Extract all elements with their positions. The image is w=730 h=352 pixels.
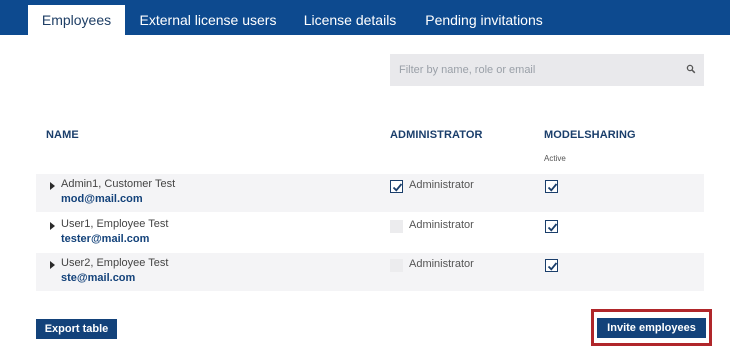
- expand-caret-icon[interactable]: [50, 182, 55, 190]
- check-icon: [547, 223, 558, 232]
- tab-external-license-users[interactable]: External license users: [133, 5, 283, 35]
- modelsharing-checkbox[interactable]: [545, 220, 558, 233]
- modelsharing-status-label: Active: [544, 154, 566, 163]
- modelsharing-checkbox[interactable]: [545, 180, 558, 193]
- administrator-label: Administrator: [409, 219, 474, 231]
- table-row: Admin1, Customer Test mod@mail.com Admin…: [36, 174, 704, 212]
- search-input[interactable]: [390, 54, 680, 86]
- column-header-name: NAME: [46, 129, 79, 141]
- table-row: User2, Employee Test ste@mail.com Admini…: [36, 253, 704, 291]
- employee-name: User2, Employee Test: [61, 257, 169, 269]
- column-header-administrator: ADMINISTRATOR: [390, 129, 483, 141]
- employee-email: tester@mail.com: [61, 233, 150, 245]
- employee-email: ste@mail.com: [61, 272, 136, 284]
- administrator-checkbox[interactable]: [390, 220, 403, 233]
- administrator-checkbox[interactable]: [390, 180, 403, 193]
- tab-license-details[interactable]: License details: [298, 5, 402, 35]
- tab-pending-invitations[interactable]: Pending invitations: [418, 5, 550, 35]
- check-icon: [547, 262, 558, 271]
- employee-name: User1, Employee Test: [61, 218, 169, 230]
- search-box: [390, 54, 704, 86]
- tab-bar: Employees External license users License…: [0, 0, 730, 35]
- employee-email: mod@mail.com: [61, 193, 143, 205]
- table-row: User1, Employee Test tester@mail.com Adm…: [36, 214, 704, 252]
- invite-employees-button[interactable]: Invite employees: [597, 318, 706, 338]
- search-icon[interactable]: [686, 64, 696, 74]
- administrator-label: Administrator: [409, 258, 474, 270]
- modelsharing-checkbox[interactable]: [545, 259, 558, 272]
- expand-caret-icon[interactable]: [50, 261, 55, 269]
- employee-name: Admin1, Customer Test: [61, 178, 176, 190]
- check-icon: [547, 183, 558, 192]
- check-icon: [392, 183, 403, 192]
- column-header-modelsharing: MODELSHARING: [544, 129, 636, 141]
- tab-employees[interactable]: Employees: [28, 5, 125, 35]
- expand-caret-icon[interactable]: [50, 222, 55, 230]
- export-table-button[interactable]: Export table: [36, 319, 117, 339]
- administrator-checkbox[interactable]: [390, 259, 403, 272]
- administrator-label: Administrator: [409, 179, 474, 191]
